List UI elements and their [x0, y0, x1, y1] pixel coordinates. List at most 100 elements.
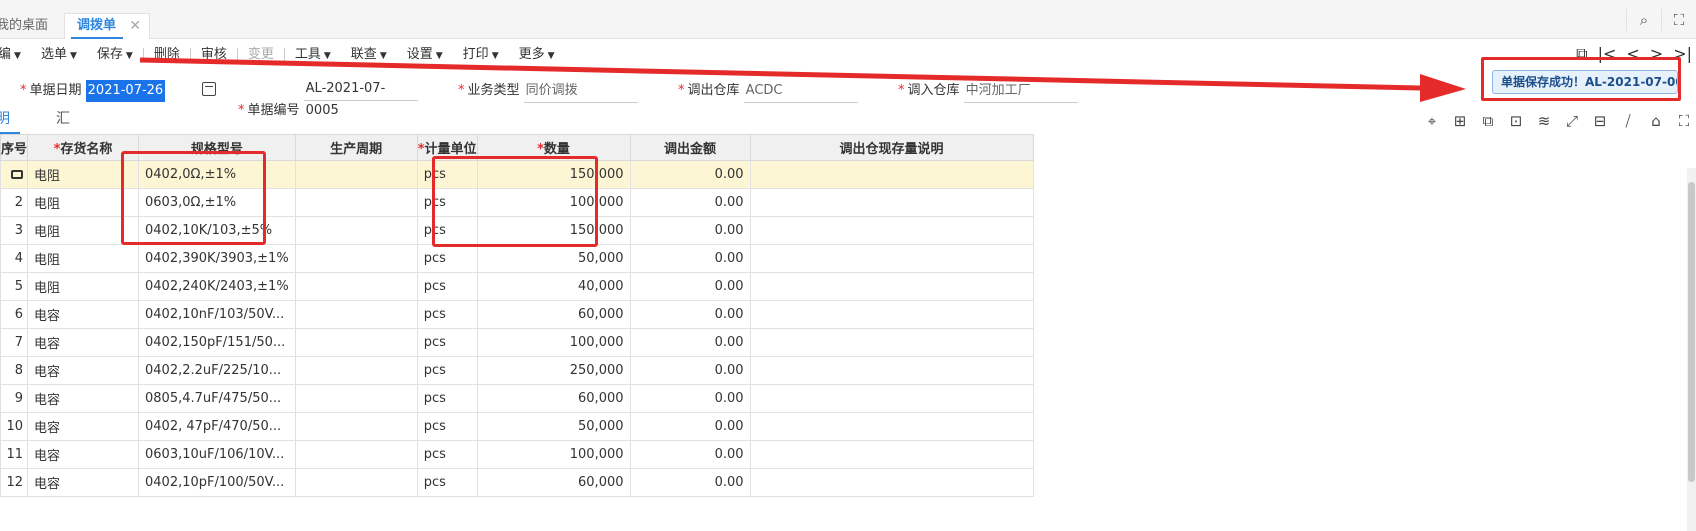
tab-transfer-order[interactable]: 调拨单 ✕ — [64, 13, 150, 39]
cell-spec[interactable]: 0603,10uF/106/10V... — [138, 440, 296, 469]
search-icon[interactable]: ⌕ — [1626, 9, 1661, 31]
doc-code-input[interactable]: AL-2021-07-0005 — [303, 78, 418, 118]
cell-production-cycle[interactable] — [294, 188, 418, 217]
cell-production-cycle[interactable] — [294, 244, 418, 273]
cell-out-amount[interactable]: 0.00 — [629, 384, 751, 413]
cell-out-amount[interactable]: 0.00 — [629, 300, 751, 329]
toolbar-item-5[interactable]: 变更 — [238, 40, 284, 70]
cell-production-cycle[interactable] — [294, 440, 418, 469]
cell-spec[interactable]: 0402, 47pF/470/50... — [138, 412, 296, 441]
cell-unit[interactable]: pcs — [416, 216, 478, 245]
col-header-unit[interactable]: *计量单位 — [416, 134, 478, 161]
toolbar-item-0[interactable]: 编 ▼ — [0, 40, 31, 70]
cell-unit[interactable]: pcs — [416, 384, 478, 413]
cell-production-cycle[interactable] — [294, 300, 418, 329]
cell-unit[interactable]: pcs — [416, 328, 478, 357]
in-warehouse-input[interactable]: 中河加工厂 — [963, 80, 1078, 103]
cell-quantity[interactable]: 150,000 — [476, 216, 631, 245]
toolbar-item-3[interactable]: 删除 — [144, 40, 190, 70]
cell-quantity[interactable]: 100,000 — [476, 328, 631, 357]
table-tool-icon-4[interactable]: ≋ — [1536, 112, 1552, 130]
cell-unit[interactable]: pcs — [416, 272, 478, 301]
table-tool-icon-6[interactable]: ⊟ — [1592, 112, 1608, 130]
col-header-index[interactable]: 序号 — [0, 134, 29, 161]
cell-item-name[interactable]: 电阻 — [27, 244, 140, 273]
cell-spec[interactable]: 0402,0Ω,±1% — [138, 160, 296, 189]
cell-item-name[interactable]: 电容 — [27, 440, 140, 469]
cell-out-amount[interactable]: 0.00 — [629, 160, 751, 189]
cell-stock-note[interactable] — [749, 384, 1034, 413]
table-tool-icon-7[interactable]: ⧸ — [1620, 112, 1636, 130]
cell-out-amount[interactable]: 0.00 — [629, 244, 751, 273]
table-row[interactable]: 4 电阻 0402,390K/3903,±1% pcs 50,000 0.00 — [0, 244, 1034, 273]
cell-item-name[interactable]: 电阻 — [27, 188, 140, 217]
biz-type-input[interactable]: 同价调拨 — [523, 80, 638, 103]
table-tool-icon-2[interactable]: ⧉ — [1480, 112, 1496, 130]
toolbar-item-7[interactable]: 联查 ▼ — [341, 40, 397, 70]
cell-stock-note[interactable] — [749, 272, 1034, 301]
cell-quantity[interactable]: 40,000 — [476, 272, 631, 301]
cell-out-amount[interactable]: 0.00 — [629, 468, 751, 497]
out-warehouse-input[interactable]: ACDC — [743, 80, 858, 103]
cell-unit[interactable]: pcs — [416, 300, 478, 329]
cell-stock-note[interactable] — [749, 160, 1034, 189]
col-header-stock-note[interactable]: 调出仓现存量说明 — [749, 134, 1034, 161]
cell-spec[interactable]: 0402,10pF/100/50V... — [138, 468, 296, 497]
col-header-quantity[interactable]: *数量 — [476, 134, 631, 161]
cell-production-cycle[interactable] — [294, 384, 418, 413]
cell-quantity[interactable]: 150,000 — [476, 160, 631, 189]
cell-stock-note[interactable] — [749, 412, 1034, 441]
cell-production-cycle[interactable] — [294, 272, 418, 301]
cell-spec[interactable]: 0603,0Ω,±1% — [138, 188, 296, 217]
table-tool-icon-3[interactable]: ⊡ — [1508, 112, 1524, 130]
close-icon[interactable]: ✕ — [129, 14, 141, 38]
cell-quantity[interactable]: 60,000 — [476, 468, 631, 497]
cell-item-name[interactable]: 电阻 — [27, 272, 140, 301]
cell-unit[interactable]: pcs — [416, 468, 478, 497]
table-tool-icon-1[interactable]: ⊞ — [1452, 112, 1468, 130]
cell-item-name[interactable]: 电容 — [27, 300, 140, 329]
vertical-scrollbar[interactable] — [1687, 168, 1696, 531]
cell-unit[interactable]: pcs — [416, 188, 478, 217]
cell-spec[interactable]: 0402,10nF/103/50V... — [138, 300, 296, 329]
cell-out-amount[interactable]: 0.00 — [629, 188, 751, 217]
toolbar-item-2[interactable]: 保存 ▼ — [87, 40, 143, 70]
col-header-out-amount[interactable]: 调出金额 — [629, 134, 751, 161]
table-tool-icon-0[interactable]: ⌖ — [1424, 112, 1440, 130]
cell-spec[interactable]: 0402,150pF/151/50... — [138, 328, 296, 357]
cell-unit[interactable]: pcs — [416, 244, 478, 273]
table-row[interactable]: 9 电容 0805,4.7uF/475/50... pcs 60,000 0.00 — [0, 384, 1034, 413]
cell-spec[interactable]: 0402,390K/3903,±1% — [138, 244, 296, 273]
cell-spec[interactable]: 0402,2.2uF/225/10... — [138, 356, 296, 385]
cell-unit[interactable]: pcs — [416, 356, 478, 385]
cell-production-cycle[interactable] — [294, 160, 418, 189]
table-row[interactable]: 6 电容 0402,10nF/103/50V... pcs 60,000 0.00 — [0, 300, 1034, 329]
table-row[interactable]: 12 电容 0402,10pF/100/50V... pcs 60,000 0.00 — [0, 468, 1034, 497]
tab-my-desktop[interactable]: 我的桌面 — [0, 14, 48, 38]
cell-stock-note[interactable] — [749, 244, 1034, 273]
cell-item-name[interactable]: 电容 — [27, 356, 140, 385]
cell-out-amount[interactable]: 0.00 — [629, 216, 751, 245]
row-index-cell[interactable] — [0, 160, 29, 189]
toolbar-item-1[interactable]: 选单 ▼ — [31, 40, 87, 70]
col-header-production-cycle[interactable]: 生产周期 — [294, 134, 418, 161]
row-edit-icon[interactable] — [11, 170, 24, 179]
cell-quantity[interactable]: 250,000 — [476, 356, 631, 385]
cell-item-name[interactable]: 电阻 — [27, 160, 140, 189]
table-row[interactable]: 2 电阻 0603,0Ω,±1% pcs 100,000 0.00 — [0, 188, 1034, 217]
cell-quantity[interactable]: 100,000 — [476, 188, 631, 217]
cell-production-cycle[interactable] — [294, 468, 418, 497]
cell-unit[interactable]: pcs — [416, 412, 478, 441]
table-tool-icon-9[interactable]: ⛶ — [1676, 112, 1692, 130]
cell-production-cycle[interactable] — [294, 216, 418, 245]
fullscreen-icon[interactable]: ⛶ — [1661, 9, 1696, 31]
cell-unit[interactable]: pcs — [416, 160, 478, 189]
table-row[interactable]: 3 电阻 0402,10K/103,±5% pcs 150,000 0.00 — [0, 216, 1034, 245]
cell-stock-note[interactable] — [749, 328, 1034, 357]
cell-stock-note[interactable] — [749, 440, 1034, 469]
cell-quantity[interactable]: 100,000 — [476, 440, 631, 469]
cell-out-amount[interactable]: 0.00 — [629, 328, 751, 357]
subtab-summary[interactable]: 汇总 — [56, 106, 70, 153]
toolbar-item-10[interactable]: 更多 ▼ — [509, 40, 565, 70]
cell-item-name[interactable]: 电容 — [27, 328, 140, 357]
